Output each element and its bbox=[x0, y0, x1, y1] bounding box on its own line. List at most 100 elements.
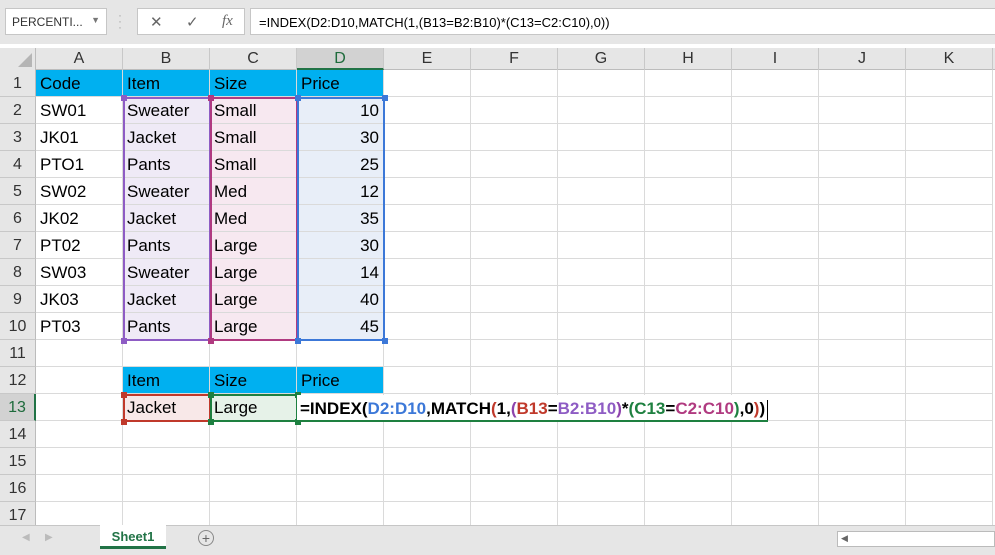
column-header-D[interactable]: D bbox=[297, 48, 384, 70]
cell-H8[interactable] bbox=[645, 259, 732, 286]
check-icon[interactable]: ✓ bbox=[186, 13, 199, 31]
cell-I11[interactable] bbox=[732, 340, 819, 367]
cell-C6[interactable]: Med bbox=[210, 205, 297, 232]
cell-I12[interactable] bbox=[732, 367, 819, 394]
range-handle[interactable] bbox=[208, 338, 214, 344]
cell-B11[interactable] bbox=[123, 340, 210, 367]
cell-A16[interactable] bbox=[36, 475, 123, 502]
column-header-K[interactable]: K bbox=[906, 48, 993, 70]
cell-C1[interactable]: Size bbox=[210, 70, 297, 97]
cell-B13[interactable]: Jacket bbox=[123, 394, 210, 421]
cell-I5[interactable] bbox=[732, 178, 819, 205]
cell-H7[interactable] bbox=[645, 232, 732, 259]
cell-J16[interactable] bbox=[819, 475, 906, 502]
cell-B9[interactable]: Jacket bbox=[123, 286, 210, 313]
cell-J7[interactable] bbox=[819, 232, 906, 259]
cell-C3[interactable]: Small bbox=[210, 124, 297, 151]
sheet-tab-sheet1[interactable]: Sheet1 bbox=[100, 525, 166, 549]
cell-A9[interactable]: JK03 bbox=[36, 286, 123, 313]
cell-A4[interactable]: PTO1 bbox=[36, 151, 123, 178]
cell-E15[interactable] bbox=[384, 448, 471, 475]
cell-E10[interactable] bbox=[384, 313, 471, 340]
column-header-J[interactable]: J bbox=[819, 48, 906, 70]
cell-A10[interactable]: PT03 bbox=[36, 313, 123, 340]
cell-D4[interactable]: 25 bbox=[297, 151, 384, 178]
cell-B16[interactable] bbox=[123, 475, 210, 502]
row-header-13[interactable]: 13 bbox=[0, 394, 36, 421]
cell-H5[interactable] bbox=[645, 178, 732, 205]
cell-C2[interactable]: Small bbox=[210, 97, 297, 124]
cell-H4[interactable] bbox=[645, 151, 732, 178]
cell-F16[interactable] bbox=[471, 475, 558, 502]
cell-G1[interactable] bbox=[558, 70, 645, 97]
cell-J13[interactable] bbox=[819, 394, 906, 421]
range-handle[interactable] bbox=[121, 338, 127, 344]
cell-A15[interactable] bbox=[36, 448, 123, 475]
row-header-16[interactable]: 16 bbox=[0, 475, 36, 502]
cell-A5[interactable]: SW02 bbox=[36, 178, 123, 205]
cell-A1[interactable]: Code bbox=[36, 70, 123, 97]
row-header-11[interactable]: 11 bbox=[0, 340, 36, 367]
cell-J1[interactable] bbox=[819, 70, 906, 97]
cell-F8[interactable] bbox=[471, 259, 558, 286]
range-handle[interactable] bbox=[295, 338, 301, 344]
cell-D8[interactable]: 14 bbox=[297, 259, 384, 286]
row-header-6[interactable]: 6 bbox=[0, 205, 36, 232]
horizontal-scrollbar[interactable]: ◀ bbox=[837, 531, 995, 547]
cell-K12[interactable] bbox=[906, 367, 993, 394]
cell-E3[interactable] bbox=[384, 124, 471, 151]
cell-C13[interactable]: Large bbox=[210, 394, 297, 421]
row-header-2[interactable]: 2 bbox=[0, 97, 36, 124]
cell-D2[interactable]: 10 bbox=[297, 97, 384, 124]
row-header-7[interactable]: 7 bbox=[0, 232, 36, 259]
cell-d13-editing[interactable]: =INDEX(D2:D10,MATCH(1,(B13=B2:B10)*(C13=… bbox=[297, 395, 769, 422]
cancel-icon[interactable]: ✕ bbox=[150, 13, 163, 31]
cell-G7[interactable] bbox=[558, 232, 645, 259]
cell-E9[interactable] bbox=[384, 286, 471, 313]
cell-A7[interactable]: PT02 bbox=[36, 232, 123, 259]
cell-K7[interactable] bbox=[906, 232, 993, 259]
column-header-F[interactable]: F bbox=[471, 48, 558, 70]
cell-D5[interactable]: 12 bbox=[297, 178, 384, 205]
cell-K5[interactable] bbox=[906, 178, 993, 205]
cell-A13[interactable] bbox=[36, 394, 123, 421]
row-header-9[interactable]: 9 bbox=[0, 286, 36, 313]
cell-H9[interactable] bbox=[645, 286, 732, 313]
cell-F1[interactable] bbox=[471, 70, 558, 97]
cell-J9[interactable] bbox=[819, 286, 906, 313]
cell-H3[interactable] bbox=[645, 124, 732, 151]
cell-B1[interactable]: Item bbox=[123, 70, 210, 97]
cell-F5[interactable] bbox=[471, 178, 558, 205]
cell-G16[interactable] bbox=[558, 475, 645, 502]
cell-C5[interactable]: Med bbox=[210, 178, 297, 205]
row-header-4[interactable]: 4 bbox=[0, 151, 36, 178]
cell-H16[interactable] bbox=[645, 475, 732, 502]
range-handle[interactable] bbox=[121, 95, 127, 101]
cell-G6[interactable] bbox=[558, 205, 645, 232]
cell-B6[interactable]: Jacket bbox=[123, 205, 210, 232]
cell-J11[interactable] bbox=[819, 340, 906, 367]
row-header-1[interactable]: 1 bbox=[0, 70, 36, 97]
cell-G9[interactable] bbox=[558, 286, 645, 313]
cell-K3[interactable] bbox=[906, 124, 993, 151]
cell-G8[interactable] bbox=[558, 259, 645, 286]
scroll-tabs-left-icon[interactable]: ◀ bbox=[22, 532, 30, 543]
cell-I9[interactable] bbox=[732, 286, 819, 313]
cell-G3[interactable] bbox=[558, 124, 645, 151]
cell-B4[interactable]: Pants bbox=[123, 151, 210, 178]
chevron-down-icon[interactable]: ▼ bbox=[91, 15, 100, 25]
cell-F10[interactable] bbox=[471, 313, 558, 340]
cell-A12[interactable] bbox=[36, 367, 123, 394]
range-handle[interactable] bbox=[208, 419, 214, 425]
cell-I2[interactable] bbox=[732, 97, 819, 124]
column-header-H[interactable]: H bbox=[645, 48, 732, 70]
cell-E7[interactable] bbox=[384, 232, 471, 259]
cell-H14[interactable] bbox=[645, 421, 732, 448]
cell-I10[interactable] bbox=[732, 313, 819, 340]
cell-K9[interactable] bbox=[906, 286, 993, 313]
cell-J10[interactable] bbox=[819, 313, 906, 340]
cell-A8[interactable]: SW03 bbox=[36, 259, 123, 286]
cell-B14[interactable] bbox=[123, 421, 210, 448]
cell-D7[interactable]: 30 bbox=[297, 232, 384, 259]
cell-K1[interactable] bbox=[906, 70, 993, 97]
